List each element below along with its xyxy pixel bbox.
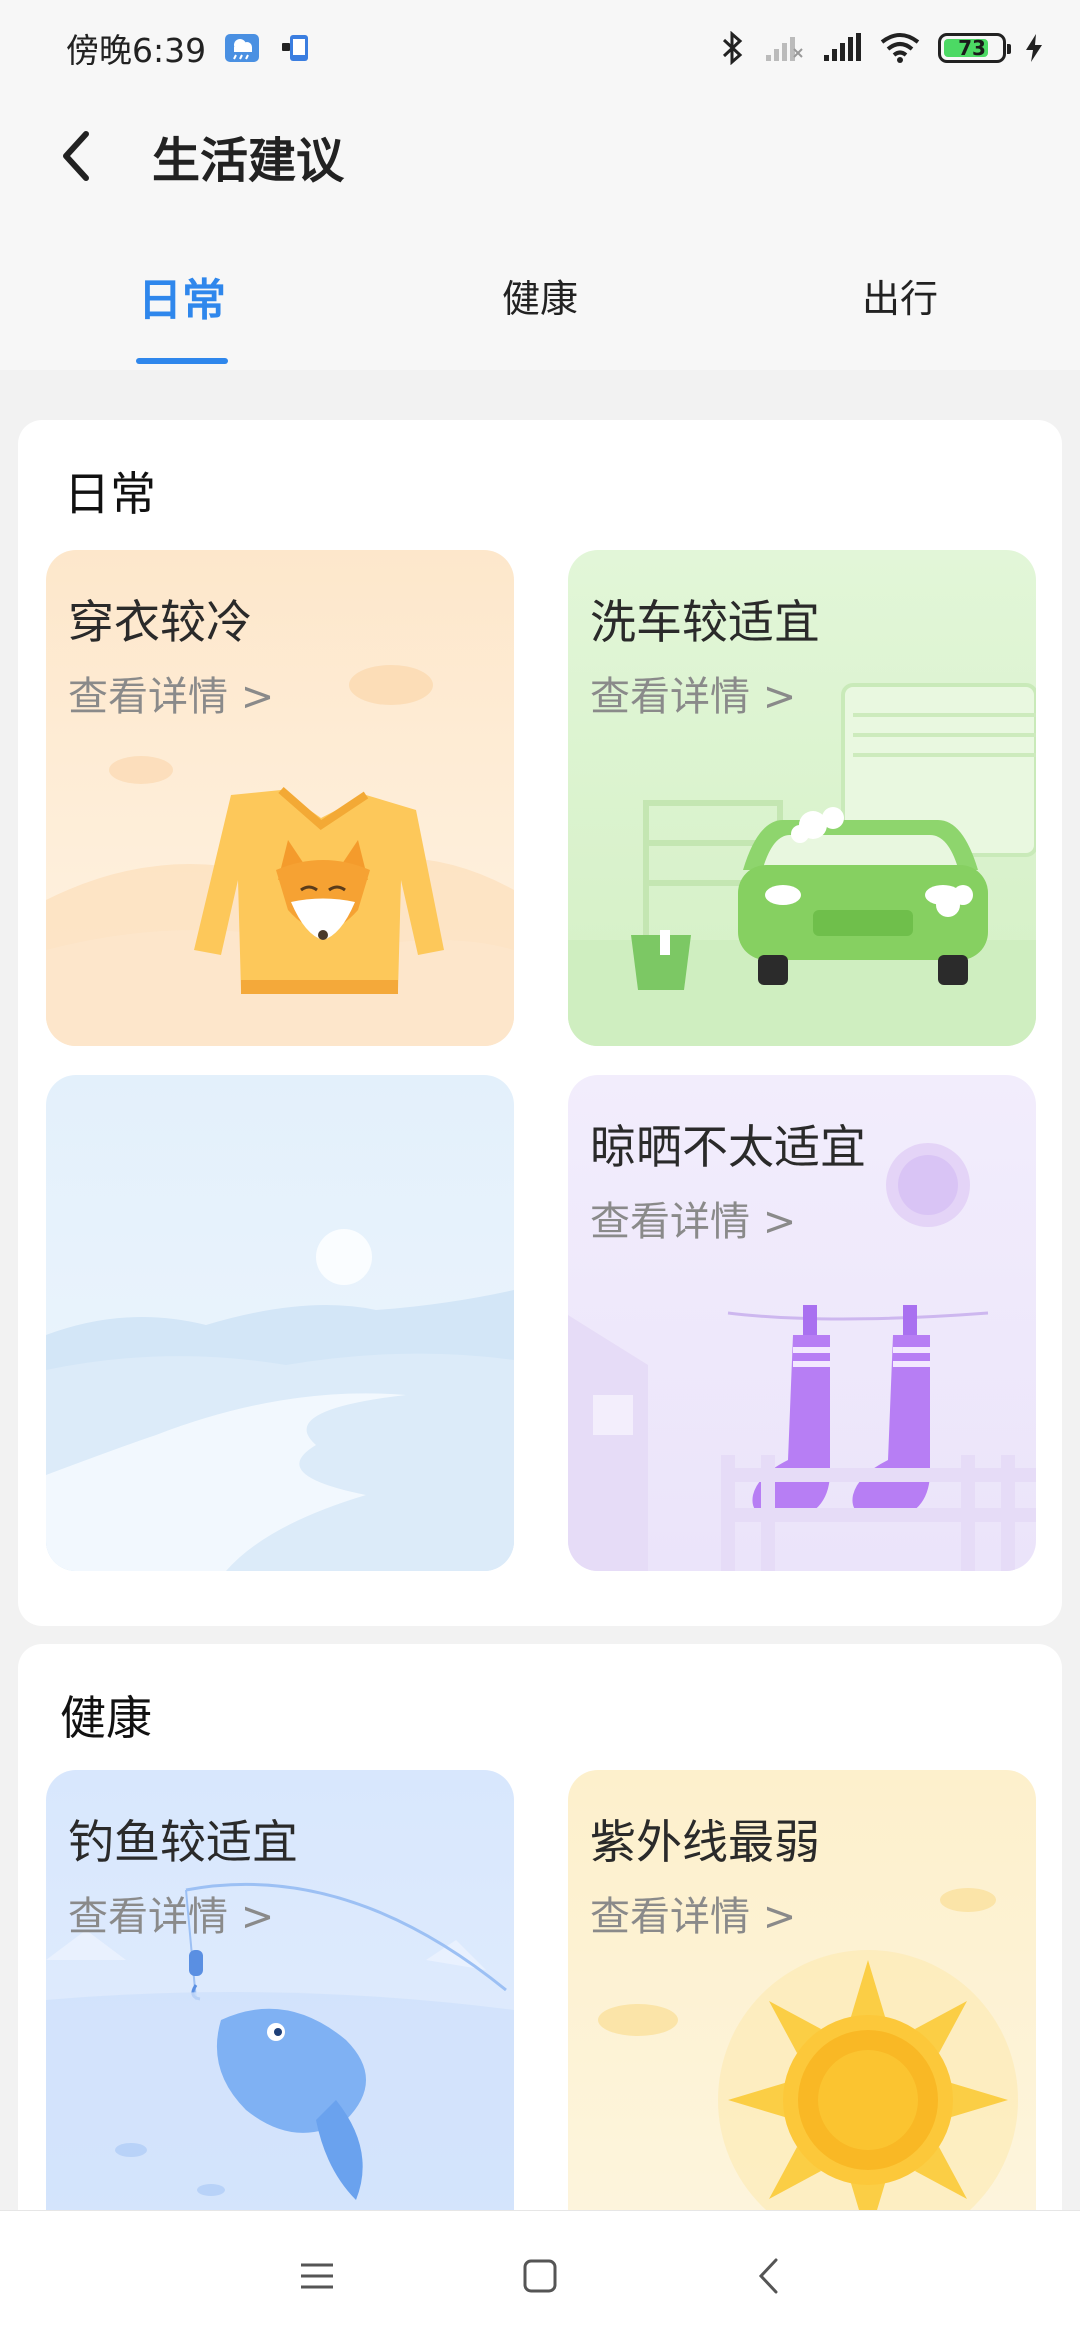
tile-uv-title: 紫外线最弱 — [590, 1815, 820, 1869]
recents-button[interactable] — [282, 2241, 352, 2311]
app-notification-icon — [282, 35, 309, 61]
tile-drying[interactable]: 晾晒不太适宜 查看详情 > — [568, 1075, 1036, 1571]
tile-carwash-link[interactable]: 查看详情 > — [590, 664, 796, 722]
section-daily-title: 日常 — [64, 467, 156, 521]
charging-icon — [1026, 34, 1042, 62]
menu-icon — [301, 2263, 333, 2289]
home-square-icon — [523, 2259, 557, 2293]
tile-carwash-title: 洗车较适宜 — [590, 595, 820, 649]
river-landscape-illustration — [46, 1229, 514, 1571]
status-time: 傍晚6:39 — [66, 31, 207, 70]
system-nav-bar — [0, 2210, 1080, 2340]
page-title: 生活建议 — [152, 133, 345, 189]
nav-back-button[interactable] — [733, 2241, 803, 2311]
tile-fishing-link[interactable]: 查看详情 > — [68, 1884, 274, 1942]
tile-uv-link[interactable]: 查看详情 > — [590, 1884, 796, 1942]
signal-weak-icon — [766, 37, 803, 61]
tab-health-label: 健康 — [501, 277, 578, 321]
wifi-icon — [880, 33, 920, 63]
tab-travel-label: 出行 — [861, 277, 938, 321]
tile-carwash[interactable]: 洗车较适宜 查看详情 > — [568, 550, 1036, 1046]
battery-level: 73 — [958, 36, 986, 60]
tab-bar: 日常 健康 出行 — [0, 250, 1080, 370]
tab-daily[interactable]: 日常 — [62, 264, 302, 364]
back-button[interactable] — [36, 116, 116, 196]
back-arrow-icon — [63, 131, 89, 181]
tile-drying-link[interactable]: 查看详情 > — [590, 1189, 796, 1247]
tab-daily-label: 日常 — [138, 275, 226, 326]
tile-fishing-title: 钓鱼较适宜 — [68, 1815, 298, 1869]
tile-clothing[interactable]: 穿衣较冷 查看详情 > — [46, 550, 514, 1046]
tab-travel[interactable]: 出行 — [780, 268, 1020, 368]
signal-strong-icon — [824, 33, 861, 61]
bluetooth-icon — [722, 31, 743, 65]
tile-clothing-link[interactable]: 查看详情 > — [68, 664, 274, 722]
tab-health[interactable]: 健康 — [420, 268, 660, 368]
tile-fishing[interactable]: 钓鱼较适宜 查看详情 > — [46, 1770, 514, 2266]
home-button[interactable] — [505, 2241, 575, 2311]
tile-drying-title: 晾晒不太适宜 — [590, 1120, 866, 1174]
tile-uv[interactable]: 紫外线最弱 查看详情 > — [568, 1770, 1036, 2266]
weather-notification-icon — [225, 34, 260, 62]
tile-clothing-title: 穿衣较冷 — [68, 595, 252, 649]
top-area: 傍晚6:39 73 生活建议 日常 健康 出行 — [0, 0, 1080, 370]
tile-landscape[interactable] — [46, 1075, 514, 1571]
section-health: 健康 钓鱼较适宜 查看详情 > 紫外线最弱 查看详情 > — [18, 1644, 1062, 2266]
section-daily: 日常 穿衣较冷 查看详情 > 洗车较适宜 查看详情 > 晾晒不太适宜 查看详情 … — [18, 420, 1062, 1626]
active-tab-indicator — [136, 358, 228, 364]
battery-indicator: 73 — [938, 33, 1011, 63]
back-chevron-icon — [758, 2258, 778, 2294]
section-health-title: 健康 — [60, 1691, 152, 1745]
status-bar: 傍晚6:39 73 — [0, 0, 1080, 96]
title-bar: 生活建议 — [0, 96, 1080, 216]
